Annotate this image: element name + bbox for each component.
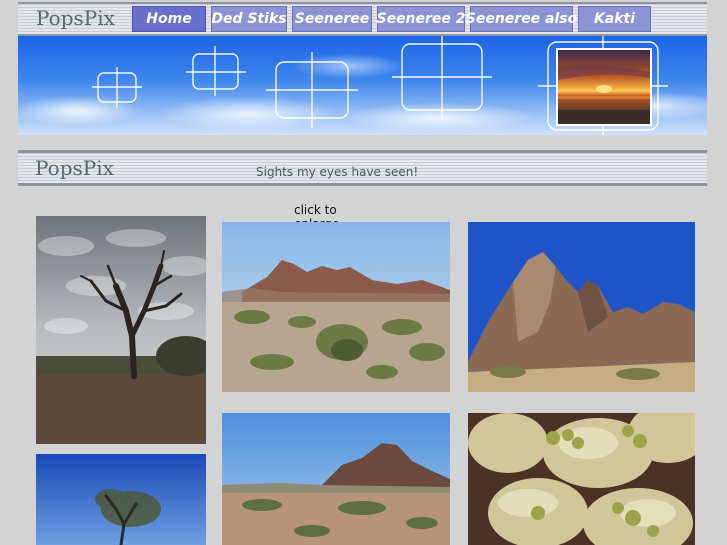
main-nav: Home Ded Stiks Seeneree Seeneree 2 Seene… — [132, 6, 656, 32]
desert-butte-photo[interactable] — [222, 413, 450, 545]
sub-header-title: PopsPix — [35, 156, 114, 180]
dead-tree-photo[interactable] — [36, 216, 206, 444]
desert-butte-scene — [222, 413, 450, 545]
desert-mountains-photo[interactable] — [222, 222, 450, 392]
rock-peak-scene — [468, 222, 695, 392]
cholla-cactus-photo[interactable] — [468, 413, 695, 545]
palo-verde-tree-scene — [36, 454, 206, 545]
desert-mountains-scene — [222, 222, 450, 392]
nav-ded-stiks[interactable]: Ded Stiks — [211, 6, 287, 32]
sunset-scene — [558, 64, 650, 124]
sky-banner — [18, 36, 707, 135]
top-nav-bar: PopsPix Home Ded Stiks Seeneree Seeneree… — [18, 2, 707, 36]
dead-tree-scene — [36, 216, 206, 444]
nav-seeneree-also[interactable]: Seeneree also — [466, 6, 577, 32]
palo-verde-tree-photo[interactable] — [36, 454, 206, 545]
nav-seeneree-2[interactable]: Seeneree 2 — [376, 6, 466, 32]
cholla-cactus-scene — [468, 413, 695, 545]
rock-peak-photo[interactable] — [468, 222, 695, 392]
nav-seeneree[interactable]: Seeneree — [292, 6, 372, 32]
sunset-photo[interactable] — [556, 48, 652, 126]
site-logo[interactable]: PopsPix — [36, 6, 115, 30]
nav-kakti[interactable]: Kakti — [578, 6, 651, 32]
sub-header-bar: PopsPix Sights my eyes have seen! — [18, 150, 707, 186]
tagline: Sights my eyes have seen! — [256, 165, 419, 179]
nav-home[interactable]: Home — [132, 6, 206, 32]
